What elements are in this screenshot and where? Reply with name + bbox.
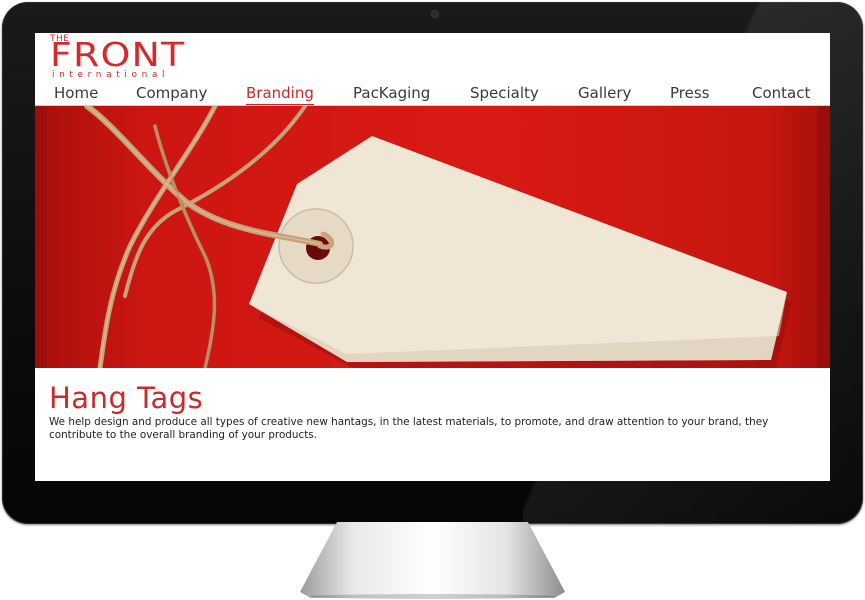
nav-specialty[interactable]: Specialty xyxy=(470,84,539,102)
site-logo[interactable]: THE FRONT international xyxy=(50,34,220,82)
nav-company[interactable]: Company xyxy=(136,84,207,102)
hero-banner xyxy=(35,106,830,368)
nav-contact[interactable]: Contact xyxy=(752,84,810,102)
page-title: Hang Tags xyxy=(49,381,204,415)
hang-tag-illustration xyxy=(35,106,830,368)
nav-gallery[interactable]: Gallery xyxy=(578,84,631,102)
nav-press[interactable]: Press xyxy=(670,84,709,102)
main-nav: Home Company Branding PacKaging Specialt… xyxy=(35,83,830,106)
logo-front: FRONT xyxy=(50,35,186,74)
nav-branding[interactable]: Branding xyxy=(246,84,314,105)
nav-packaging[interactable]: PacKaging xyxy=(353,84,430,102)
website-screen: THE FRONT international Home Company Bra… xyxy=(35,33,830,481)
page-description: We help design and produce all types of … xyxy=(49,416,769,441)
stand-shadow xyxy=(310,594,555,599)
webcam-icon xyxy=(432,11,438,17)
nav-home[interactable]: Home xyxy=(54,84,98,102)
monitor-stand xyxy=(300,522,565,598)
logo-international: international xyxy=(52,70,170,80)
